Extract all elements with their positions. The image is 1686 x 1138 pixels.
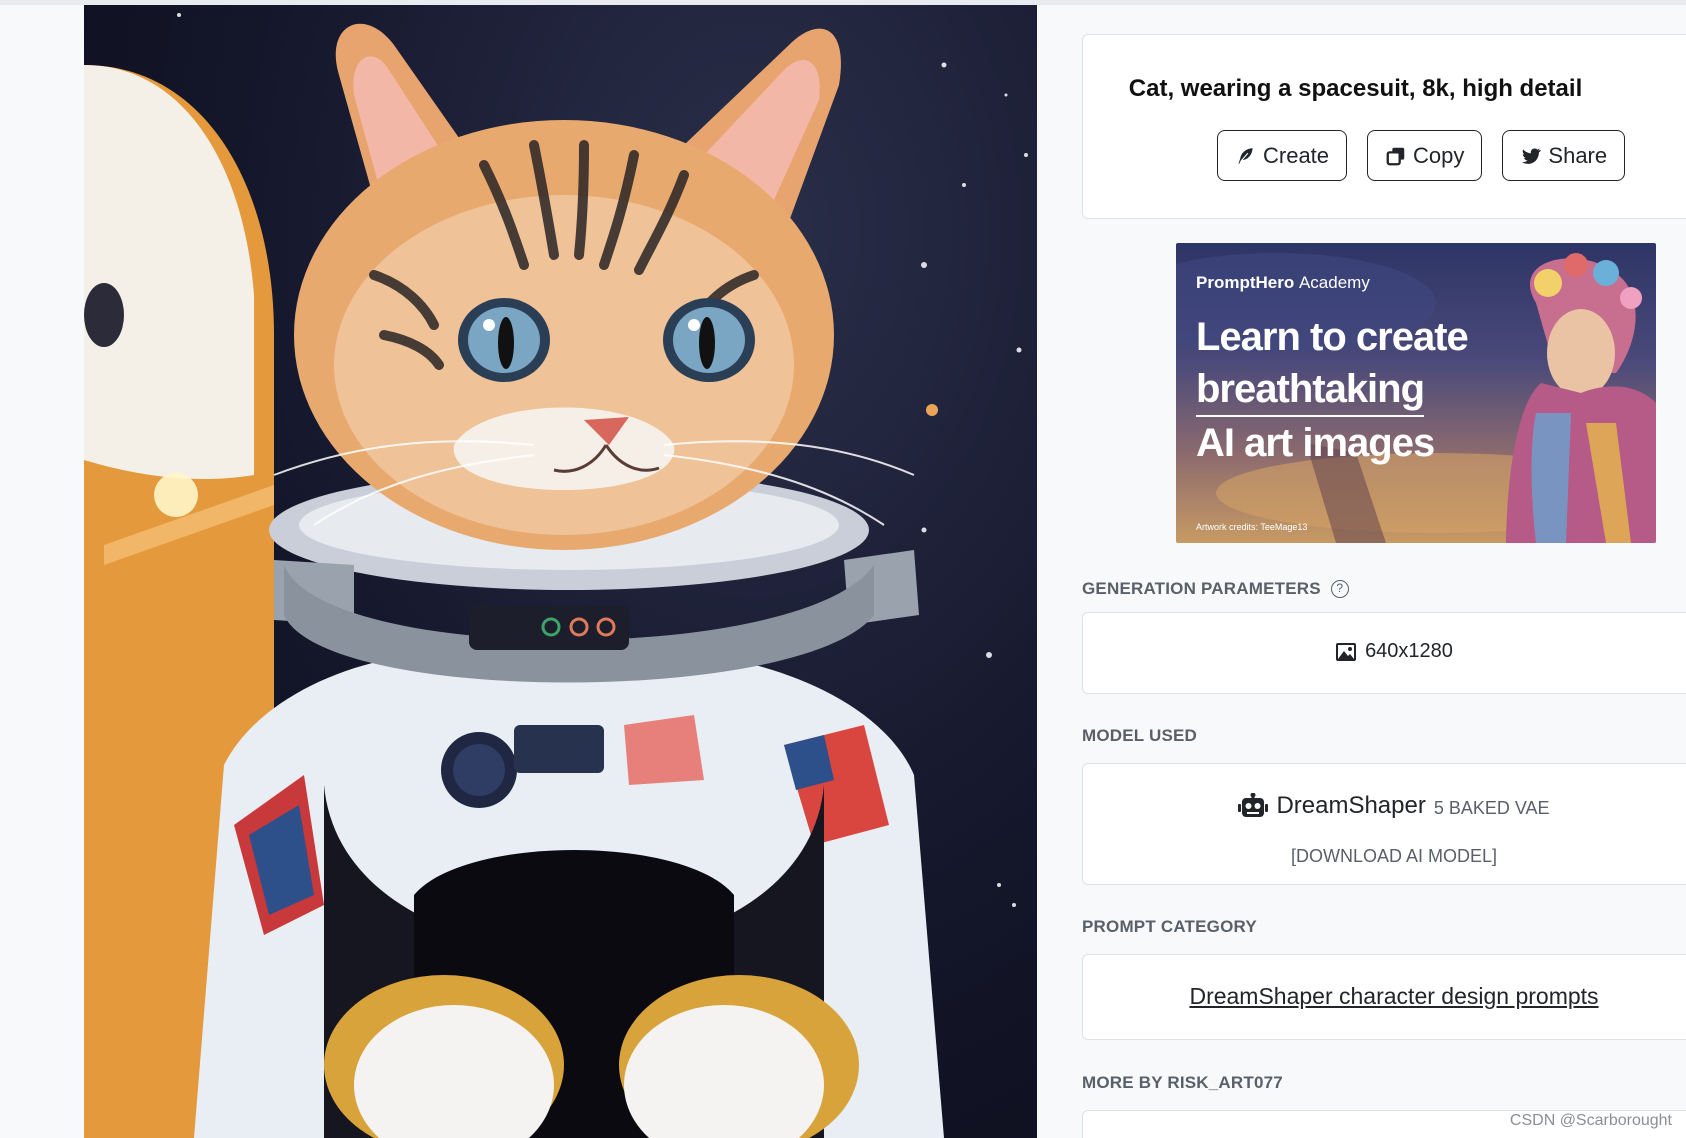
banner-headline-line: Learn to create [1196, 315, 1469, 359]
banner-headline-line: breathtaking [1196, 363, 1425, 417]
prompt-category-title: PROMPT CATEGORY [1082, 917, 1257, 936]
model-name[interactable]: DreamShaper [1276, 792, 1425, 820]
banner-credits: Artwork credits: TeeMage13 [1196, 522, 1308, 532]
banner-brand: PromptHero Academy [1196, 273, 1370, 293]
academy-banner[interactable]: PromptHero Academy Learn to create breat… [1176, 243, 1656, 543]
generation-parameters-title: GENERATION PARAMETERS [1082, 579, 1321, 598]
share-button[interactable]: Share [1502, 130, 1626, 181]
help-icon[interactable]: ? [1330, 580, 1349, 598]
more-by-title: MORE BY RISK_ART077 [1082, 1073, 1283, 1092]
details-sidebar: Cat, wearing a spacesuit, 8k, high detai… [1082, 0, 1686, 1138]
generation-parameters-card: 640x1280 [1082, 612, 1686, 694]
model-used-card: DreamShaper 5 BAKED VAE [DOWNLOAD AI MOD… [1082, 763, 1686, 885]
watermark: CSDN @Scarborought [1509, 1112, 1672, 1129]
prompt-card: Cat, wearing a spacesuit, 8k, high detai… [1082, 34, 1686, 219]
prompt-category-card: DreamShaper character design prompts [1082, 954, 1686, 1040]
generation-parameters-heading: GENERATION PARAMETERS ? [1082, 579, 1349, 599]
banner-headline: Learn to create breathtaking AI art imag… [1196, 311, 1496, 469]
prompt-category-heading: PROMPT CATEGORY [1082, 917, 1257, 937]
dimensions-row: 640x1280 [1083, 640, 1686, 663]
category-link[interactable]: DreamShaper character design prompts [1083, 983, 1686, 1010]
create-button[interactable]: Create [1217, 130, 1348, 181]
copy-button-label: Copy [1413, 142, 1465, 168]
model-used-title: MODEL USED [1082, 726, 1198, 745]
feather-icon [1236, 146, 1254, 165]
page: Cat, wearing a spacesuit, 8k, high detai… [0, 0, 1686, 1138]
copy-button[interactable]: Copy [1367, 130, 1483, 181]
image-icon [1336, 642, 1357, 661]
share-button-label: Share [1548, 142, 1608, 168]
more-by-heading: MORE BY RISK_ART077 [1082, 1073, 1283, 1093]
prompt-actions: Create Copy Share [1217, 130, 1626, 181]
copy-icon [1386, 147, 1405, 165]
banner-brand-name: PromptHero [1196, 273, 1295, 292]
create-button-label: Create [1263, 142, 1330, 168]
twitter-icon [1522, 147, 1542, 164]
model-version: 5 BAKED VAE [1433, 798, 1550, 818]
download-model-link[interactable]: [DOWNLOAD AI MODEL] [1083, 846, 1686, 867]
banner-brand-suffix: Academy [1298, 273, 1370, 292]
cat-astronaut-illustration [84, 13, 1028, 1138]
model-used-heading: MODEL USED [1082, 726, 1197, 746]
image-dimensions: 640x1280 [1365, 640, 1453, 662]
prompt-text: Cat, wearing a spacesuit, 8k, high detai… [1128, 75, 1583, 102]
robot-icon [1238, 793, 1269, 817]
generated-image[interactable] [84, 5, 1037, 1138]
banner-headline-line: AI art images [1196, 421, 1435, 465]
model-row: DreamShaper 5 BAKED VAE [1083, 792, 1686, 820]
